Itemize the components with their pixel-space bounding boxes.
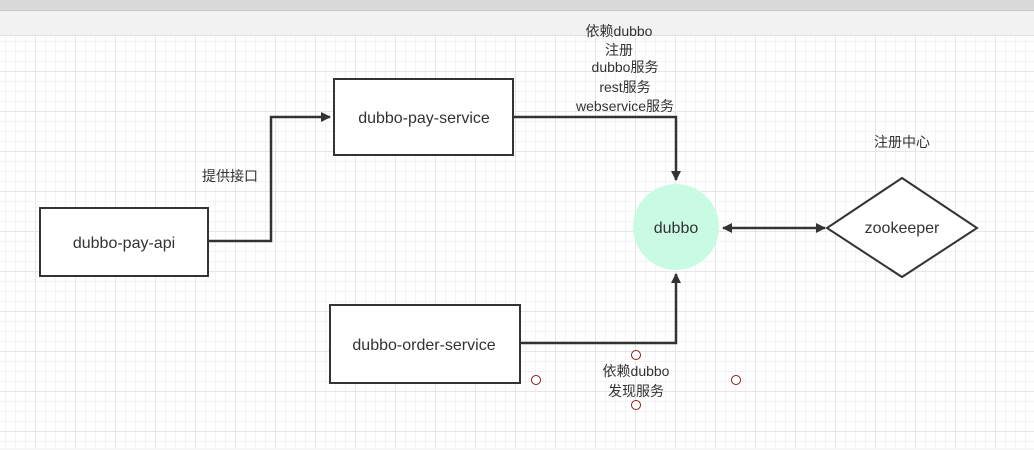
label-discover-block[interactable]: 依赖dubbo 发现服务: [531, 350, 741, 410]
node-order-service[interactable]: dubbo-order-service: [329, 304, 521, 384]
selection-handle[interactable]: [631, 400, 641, 410]
diagram-svg[interactable]: dubbo-pay-api dubbo-pay-service dubbo-or…: [0, 0, 1034, 450]
node-order-service-label: dubbo-order-service: [352, 337, 495, 354]
selection-handle[interactable]: [631, 350, 641, 360]
label-register-block: 依赖dubbo 注册 dubbo服务 rest服务 webservice服务: [575, 23, 674, 114]
register-line: 依赖dubbo: [586, 23, 653, 39]
node-pay-service-label: dubbo-pay-service: [358, 110, 490, 127]
discover-line: 依赖dubbo: [603, 363, 670, 379]
label-provide-interface: 提供接口: [202, 168, 258, 184]
node-zookeeper[interactable]: zookeeper: [825, 176, 979, 279]
node-dubbo-label: dubbo: [654, 220, 699, 237]
register-line: 注册: [605, 42, 633, 58]
selection-handle[interactable]: [531, 375, 541, 385]
selection-handle[interactable]: [731, 375, 741, 385]
register-line: webservice服务: [575, 98, 674, 114]
node-dubbo[interactable]: dubbo: [633, 184, 719, 270]
node-pay-api-label: dubbo-pay-api: [73, 235, 175, 252]
label-registry-center: 注册中心: [874, 134, 930, 150]
edge-pay-service-to-dubbo[interactable]: [514, 115, 681, 181]
discover-line: 发现服务: [608, 383, 664, 399]
register-line: dubbo服务: [592, 59, 659, 75]
node-pay-api[interactable]: dubbo-pay-api: [39, 207, 209, 277]
register-line: rest服务: [599, 79, 650, 95]
node-zookeeper-label: zookeeper: [865, 220, 940, 237]
edge-order-service-to-dubbo[interactable]: [521, 273, 681, 345]
node-pay-service[interactable]: dubbo-pay-service: [333, 78, 514, 156]
